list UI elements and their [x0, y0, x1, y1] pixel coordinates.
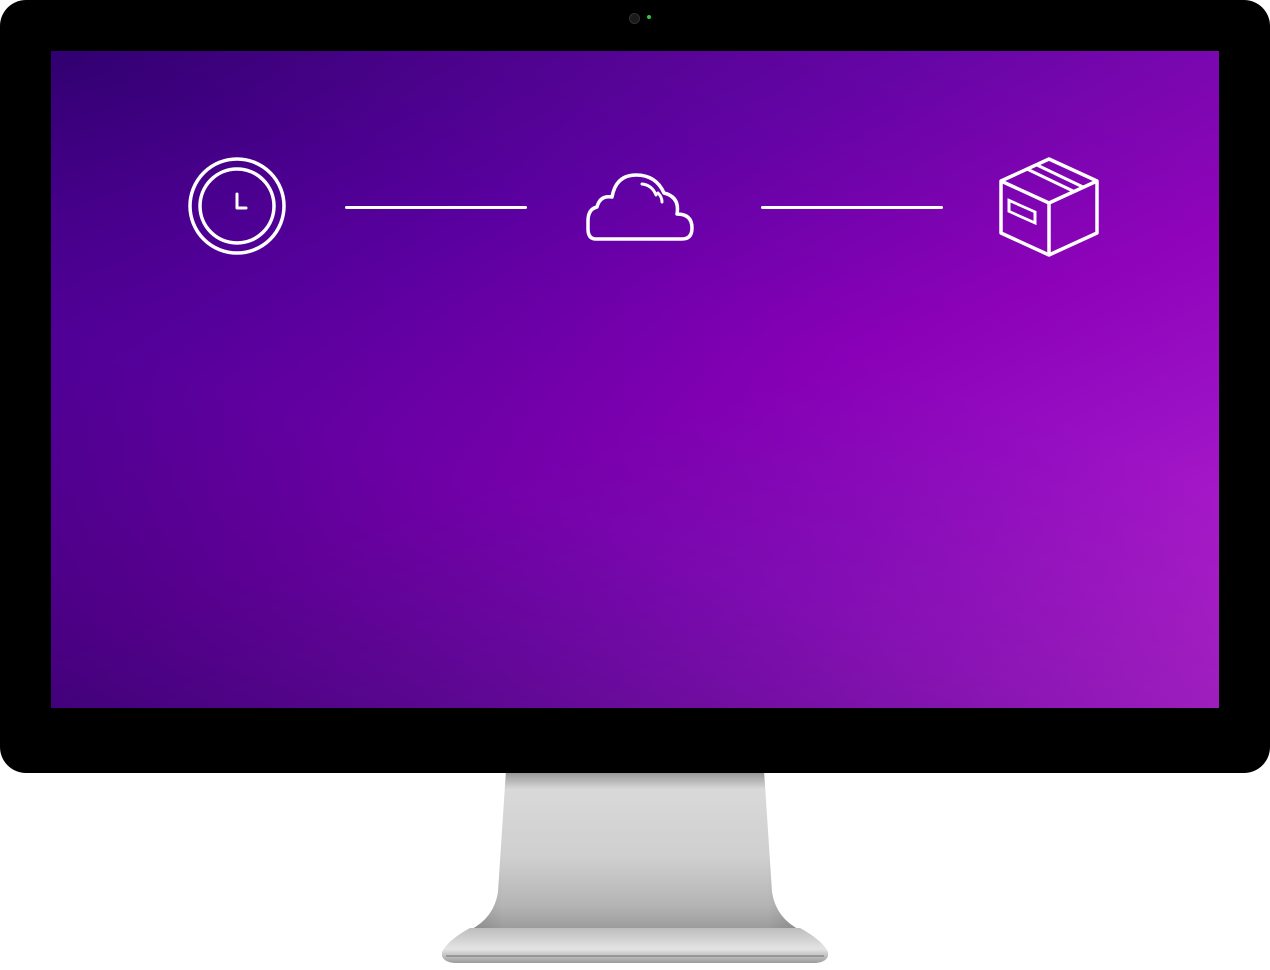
- process-steps: [51, 51, 1219, 708]
- monitor-mockup: [0, 0, 1270, 970]
- clock-icon: [188, 157, 286, 255]
- step-connector-line: [761, 206, 943, 209]
- cloud-icon: [586, 173, 694, 241]
- package-box-icon: [999, 157, 1099, 257]
- monitor-bezel: [0, 0, 1270, 773]
- webcam-indicator-light: [647, 15, 651, 19]
- monitor-screen: [51, 51, 1219, 708]
- step-connector-line: [345, 206, 527, 209]
- webcam-icon: [629, 13, 640, 24]
